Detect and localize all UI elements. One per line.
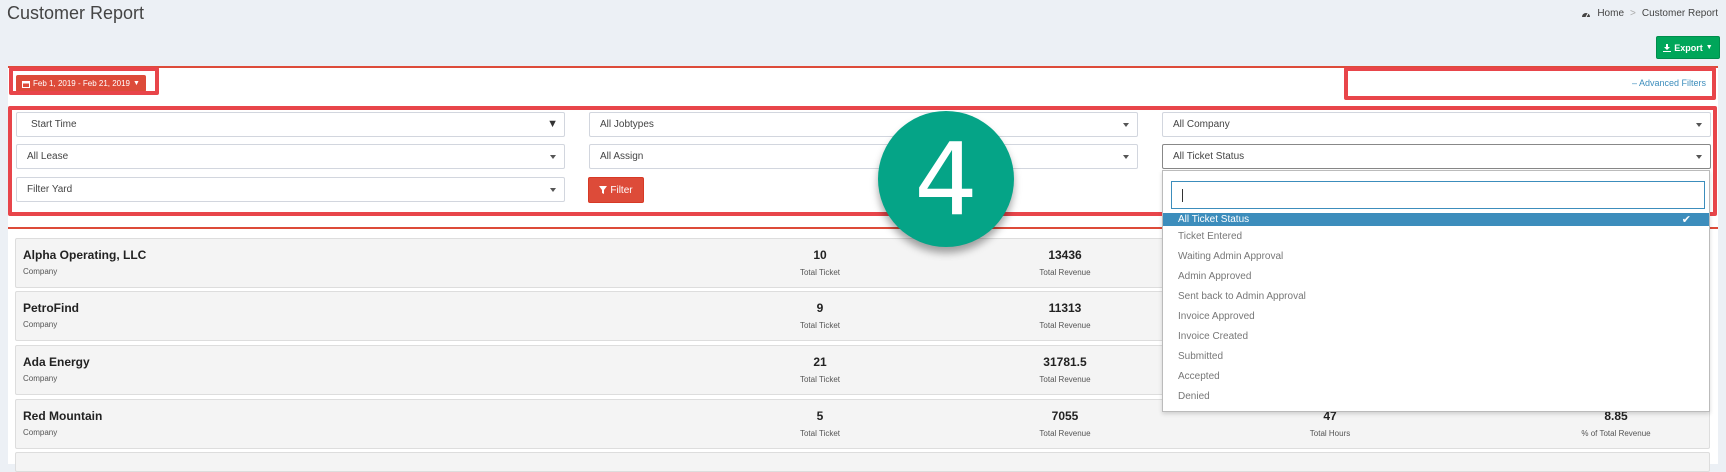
- company-name: Alpha Operating, LLC: [23, 248, 147, 262]
- total-ticket-value: 21: [813, 355, 827, 369]
- option-label: Ticket Entered: [1178, 230, 1243, 242]
- total-ticket-stat: 21 Total Ticket: [760, 355, 880, 384]
- company-name: Ada Energy: [23, 355, 90, 369]
- total-revenue-label: Total Revenue: [1039, 321, 1091, 330]
- total-revenue-stat: 13436 Total Revenue: [1005, 248, 1125, 277]
- export-label: Export: [1674, 42, 1703, 53]
- company-type-label: Company: [23, 374, 58, 383]
- check-icon: ✔: [1681, 214, 1691, 226]
- total-revenue-label: Total Revenue: [1039, 268, 1091, 277]
- total-revenue-stat: 7055 Total Revenue: [1005, 409, 1125, 438]
- export-button[interactable]: Export ▼: [1656, 36, 1720, 59]
- total-ticket-label: Total Ticket: [799, 321, 840, 330]
- total-ticket-value: 9: [816, 301, 824, 315]
- breadcrumb: Home > Customer Report: [1581, 8, 1718, 19]
- option-label: Admin Approved: [1178, 270, 1252, 282]
- dropdown-search-input[interactable]: [1171, 181, 1705, 209]
- breadcrumb-current: Customer Report: [1641, 8, 1718, 19]
- company-name: PetroFind: [23, 301, 79, 315]
- company-type-label: Company: [23, 267, 58, 276]
- total-revenue-value: 11313: [1048, 301, 1082, 315]
- breadcrumb-separator: >: [1630, 8, 1636, 19]
- download-icon: [1663, 43, 1672, 52]
- option-label: Sent back to Admin Approval: [1178, 290, 1306, 302]
- total-revenue-value: 31781.5: [1043, 355, 1087, 369]
- total-ticket-value: 5: [816, 409, 824, 423]
- total-revenue-stat: 11313 Total Revenue: [1005, 301, 1125, 330]
- total-ticket-stat: 5 Total Ticket: [760, 409, 880, 438]
- breadcrumb-home-link[interactable]: Home: [1597, 8, 1624, 19]
- ticket-status-dropdown: All Ticket Status ✔ Ticket Entered Waiti…: [1162, 170, 1710, 412]
- option-label: All Ticket Status: [1178, 214, 1250, 225]
- dropdown-options: All Ticket Status ✔ Ticket Entered Waiti…: [1163, 213, 1709, 406]
- company-name: Red Mountain: [23, 409, 103, 423]
- date-range-highlight: [9, 67, 159, 95]
- company-card: [15, 452, 1710, 472]
- total-ticket-label: Total Ticket: [799, 429, 840, 438]
- total-hours-label: Total Hours: [1309, 429, 1351, 438]
- option-label: Denied: [1178, 390, 1210, 402]
- dropdown-option-accepted[interactable]: Accepted: [1163, 366, 1709, 386]
- dropdown-option-denied[interactable]: Denied: [1163, 386, 1709, 406]
- caret-down-icon: ▼: [1705, 44, 1713, 51]
- dropdown-option-all-ticket-status[interactable]: All Ticket Status ✔: [1163, 213, 1709, 226]
- company-type-label: Company: [23, 428, 58, 437]
- total-revenue-value: 13436: [1048, 248, 1082, 262]
- dropdown-option-submitted[interactable]: Submitted: [1163, 346, 1709, 366]
- pct-revenue-stat: 8.85 % of Total Revenue: [1556, 409, 1676, 438]
- dropdown-option-invoice-approved[interactable]: Invoice Approved: [1163, 306, 1709, 326]
- option-label: Accepted: [1178, 370, 1220, 382]
- total-revenue-label: Total Revenue: [1039, 429, 1091, 438]
- total-ticket-stat: 9 Total Ticket: [760, 301, 880, 330]
- total-ticket-stat: 10 Total Ticket: [760, 248, 880, 277]
- total-revenue-stat: 31781.5 Total Revenue: [1005, 355, 1125, 384]
- total-ticket-label: Total Ticket: [799, 268, 840, 277]
- option-label: Invoice Created: [1178, 330, 1249, 342]
- dropdown-option-sent-back[interactable]: Sent back to Admin Approval: [1163, 286, 1709, 306]
- text-caret: [1182, 189, 1183, 202]
- option-label: Invoice Approved: [1178, 310, 1255, 322]
- advanced-filters-highlight: [1344, 67, 1716, 100]
- total-ticket-value: 10: [813, 248, 827, 262]
- dropdown-option-ticket-entered[interactable]: Ticket Entered: [1163, 226, 1709, 246]
- page-title: Customer Report: [7, 3, 145, 23]
- total-ticket-label: Total Ticket: [799, 375, 840, 384]
- dashboard-icon: [1582, 12, 1591, 17]
- option-label: Submitted: [1178, 350, 1224, 362]
- option-label: Waiting Admin Approval: [1178, 250, 1284, 262]
- company-type-label: Company: [23, 320, 58, 329]
- total-hours-stat: 47 Total Hours: [1270, 409, 1390, 438]
- dropdown-option-invoice-created[interactable]: Invoice Created: [1163, 326, 1709, 346]
- pct-revenue-label: % of Total Revenue: [1581, 429, 1651, 438]
- dropdown-option-admin-approved[interactable]: Admin Approved: [1163, 266, 1709, 286]
- total-revenue-value: 7055: [1051, 409, 1079, 423]
- total-revenue-label: Total Revenue: [1039, 375, 1091, 384]
- dropdown-option-waiting-admin-approval[interactable]: Waiting Admin Approval: [1163, 246, 1709, 266]
- step-number-badge: 4: [878, 111, 1014, 247]
